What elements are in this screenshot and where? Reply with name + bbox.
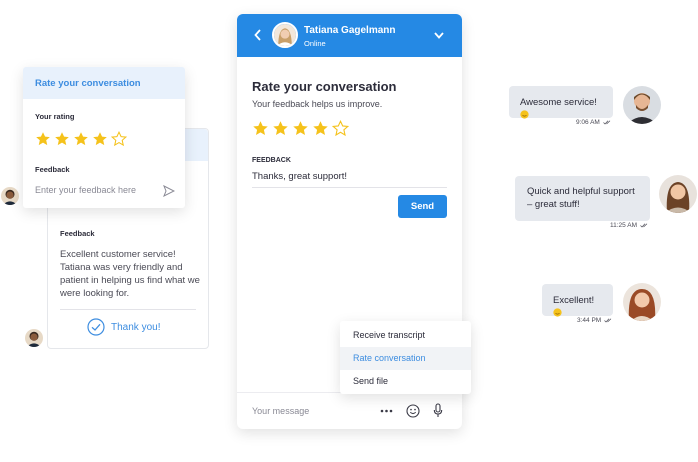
message-input[interactable]: Your message: [252, 406, 309, 416]
smile-emoji-icon: [520, 110, 529, 119]
thank-you-text: Thank you!: [111, 321, 161, 333]
divider: [60, 309, 196, 310]
customer-avatar: [659, 175, 697, 213]
agent-avatar-small: [1, 187, 19, 205]
message-timestamp: 11:25 AM: [610, 222, 649, 229]
read-receipt-icon: [604, 318, 612, 323]
timestamp-text: 11:25 AM: [610, 222, 637, 229]
send-icon[interactable]: [163, 185, 175, 197]
message-text: Awesome service!: [520, 97, 597, 108]
star-filled-icon[interactable]: [54, 131, 70, 147]
agent-avatar-small: [25, 329, 43, 347]
back-arrow-icon[interactable]: [253, 28, 263, 42]
emoji-icon[interactable]: [406, 404, 420, 418]
message-bubble: Awesome service!: [509, 86, 613, 119]
message-bubble: Quick and helpful support – great stuff!: [515, 176, 650, 221]
star-filled-icon[interactable]: [292, 120, 309, 137]
feedback-label: FEEDBACK: [252, 157, 291, 164]
message-timestamp: 9:06 AM: [576, 119, 612, 126]
popup-title: Rate your conversation: [23, 67, 185, 99]
rate-conversation-popup: Rate your conversation Your rating Feedb…: [23, 67, 185, 208]
feedback-input[interactable]: Enter your feedback here: [35, 185, 136, 195]
star-filled-icon[interactable]: [272, 120, 289, 137]
star-empty-icon[interactable]: [111, 131, 127, 147]
star-rating[interactable]: [35, 131, 127, 147]
check-circle-icon: [87, 318, 105, 336]
timestamp-text: 3:44 PM: [577, 317, 602, 324]
chat-options-menu: Receive transcript Rate conversation Sen…: [340, 321, 471, 394]
star-empty-icon[interactable]: [332, 120, 349, 137]
feedback-field[interactable]: Thanks, great support!: [252, 171, 347, 182]
feedback-underline: [252, 187, 447, 188]
message-timestamp: 3:44 PM: [577, 317, 613, 324]
star-filled-icon[interactable]: [252, 120, 269, 137]
feedback-label: Feedback: [60, 229, 95, 238]
customer-avatar: [623, 283, 661, 321]
chat-header: Tatiana Gagelmann Online: [237, 14, 462, 57]
smile-emoji-icon: [553, 308, 562, 317]
message-bubble: Excellent!: [542, 284, 613, 317]
agent-avatar: [272, 22, 298, 48]
customer-avatar: [623, 86, 661, 124]
menu-item-rate-conversation[interactable]: Rate conversation: [340, 347, 471, 370]
rating-subtitle: Your feedback helps us improve.: [252, 99, 383, 109]
message-text: Excellent!: [553, 295, 595, 306]
send-button[interactable]: Send: [398, 195, 447, 218]
feedback-text: Excellent customer service! Tatiana was …: [60, 249, 200, 299]
agent-name: Tatiana Gagelmann: [304, 25, 396, 36]
menu-item-receive-transcript[interactable]: Receive transcript: [340, 324, 471, 347]
star-filled-icon[interactable]: [312, 120, 329, 137]
timestamp-text: 9:06 AM: [576, 119, 600, 126]
feedback-label: Feedback: [35, 165, 70, 174]
card-header-strip: [182, 129, 208, 161]
message-text: Quick and helpful support – great stuff!: [527, 186, 635, 210]
star-filled-icon[interactable]: [92, 131, 108, 147]
rating-label: Your rating: [35, 112, 75, 121]
menu-item-send-file[interactable]: Send file: [340, 370, 471, 393]
star-filled-icon[interactable]: [73, 131, 89, 147]
star-rating[interactable]: [252, 120, 349, 137]
agent-status: Online: [304, 39, 326, 48]
message-composer: Your message: [237, 392, 462, 429]
thank-you-confirmation: Thank you!: [87, 318, 160, 336]
microphone-icon[interactable]: [433, 403, 443, 418]
rating-title: Rate your conversation: [252, 79, 397, 94]
read-receipt-icon: [603, 120, 611, 125]
star-filled-icon[interactable]: [35, 131, 51, 147]
read-receipt-icon: [640, 223, 648, 228]
chevron-down-icon[interactable]: [433, 31, 445, 40]
more-options-icon[interactable]: [380, 409, 393, 413]
